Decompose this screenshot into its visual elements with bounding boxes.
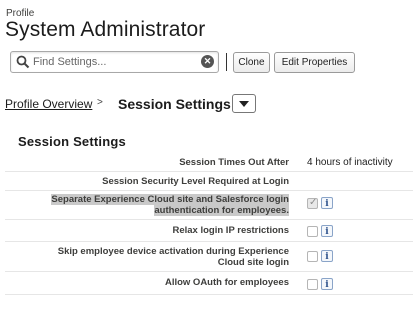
setting-value: 4 hours of inactivity: [307, 157, 393, 168]
breadcrumb-current-page: Session Settings: [118, 96, 231, 112]
search-icon: [16, 55, 30, 69]
setting-checkbox[interactable]: [307, 279, 318, 290]
info-icon[interactable]: i: [321, 197, 333, 209]
edit-properties-button[interactable]: Edit Properties: [274, 52, 355, 73]
setting-row-separate-login: Separate Experience Cloud site and Sales…: [5, 191, 413, 220]
setting-label-line: Cloud site login: [217, 257, 289, 268]
chevron-down-icon: [239, 101, 249, 107]
search-input[interactable]: [33, 53, 193, 70]
toolbar-divider: [226, 53, 227, 71]
setting-label-line: Separate Experience Cloud site and Sales…: [51, 194, 289, 205]
settings-list: Session Times Out After 4 hours of inact…: [5, 154, 413, 295]
find-settings-search[interactable]: ✕: [10, 51, 219, 73]
setting-label: Allow OAuth for employees: [164, 277, 289, 288]
section-dropdown-button[interactable]: [232, 94, 256, 113]
setting-label: Session Times Out After: [179, 157, 289, 168]
setting-label: Skip employee device activation during E…: [0, 246, 289, 268]
setting-label: Separate Experience Cloud site and Sales…: [0, 194, 289, 216]
page-title: System Administrator: [5, 18, 206, 41]
breadcrumb-profile-overview-link[interactable]: Profile Overview: [5, 97, 92, 111]
info-icon[interactable]: i: [321, 278, 333, 290]
setting-label-line: Skip employee device activation during E…: [57, 246, 289, 257]
setting-checkbox[interactable]: [307, 226, 318, 237]
clone-button[interactable]: Clone: [233, 52, 270, 73]
setting-checkbox[interactable]: [307, 251, 318, 262]
clear-search-icon[interactable]: ✕: [201, 55, 214, 68]
setting-label-line: authentication for employees.: [154, 205, 289, 216]
setting-row-skip-device-activation: Skip employee device activation during E…: [5, 242, 413, 272]
info-icon[interactable]: i: [321, 250, 333, 262]
setting-row-security-level: Session Security Level Required at Login: [5, 172, 413, 191]
setting-row-session-timeout: Session Times Out After 4 hours of inact…: [5, 154, 413, 172]
setting-label: Relax login IP restrictions: [172, 225, 289, 236]
breadcrumb-separator: >: [97, 97, 103, 108]
section-title: Session Settings: [18, 134, 126, 149]
info-icon[interactable]: i: [321, 225, 333, 237]
setting-row-relax-ip: Relax login IP restrictions i: [5, 220, 413, 242]
setting-checkbox[interactable]: [307, 197, 318, 209]
setting-row-allow-oauth: Allow OAuth for employees i: [5, 272, 413, 295]
setting-label: Session Security Level Required at Login: [102, 176, 289, 187]
